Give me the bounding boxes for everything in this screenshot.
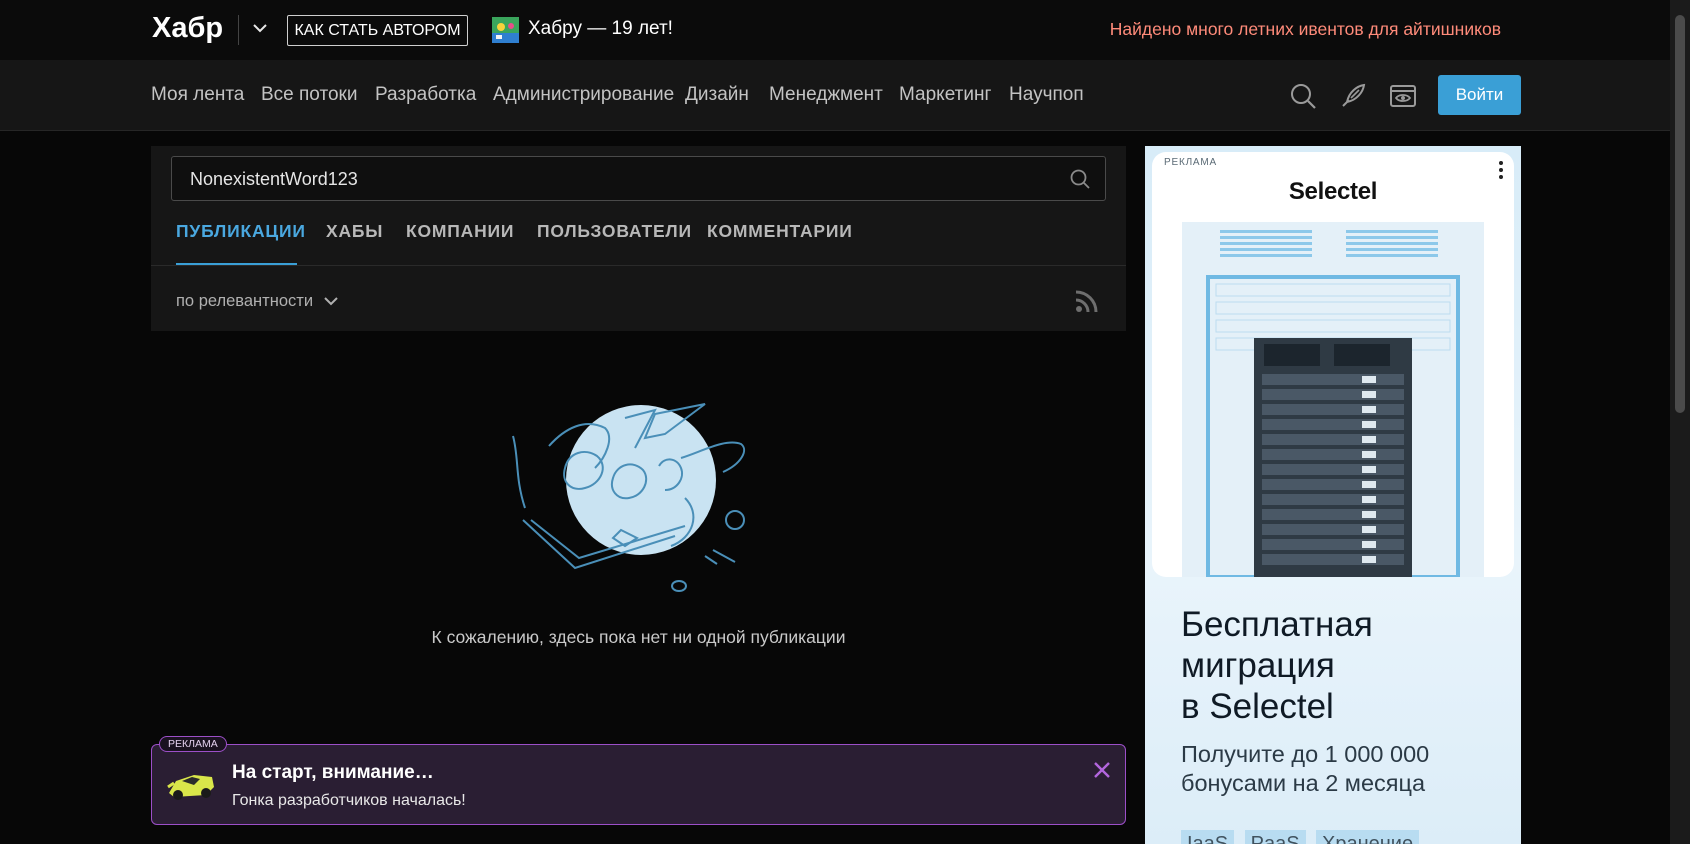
race-car-icon	[167, 775, 214, 800]
sort-dropdown[interactable]: по релевантности	[176, 292, 313, 311]
empty-state-illustration	[512, 403, 746, 592]
ad-headline-line: миграция	[1181, 646, 1335, 685]
search-input[interactable]: NonexistentWord123	[171, 156, 1106, 201]
habr-logo[interactable]: Хабр	[152, 12, 223, 45]
ad-subtitle-line: Получите до 1 000 000	[1181, 741, 1430, 767]
close-icon[interactable]	[1093, 761, 1111, 779]
nav-item-management[interactable]: Менеджмент	[769, 84, 883, 106]
ad-headline: Бесплатная миграция в Selectel	[1181, 604, 1373, 727]
search-tabs: ПУБЛИКАЦИИ ХАБЫ КОМПАНИИ ПОЛЬЗОВАТЕЛИ КО…	[151, 201, 1126, 266]
tab-hubs[interactable]: ХАБЫ	[326, 221, 383, 242]
tab-comments[interactable]: КОММЕНТАРИИ	[707, 221, 853, 242]
write-icon[interactable]	[1339, 82, 1367, 110]
ad-subtitle-line: бонусами на 2 месяца	[1181, 770, 1426, 796]
more-options-icon[interactable]	[1498, 160, 1504, 180]
ad-subtitle: Получите до 1 000 000 бонусами на 2 меся…	[1181, 740, 1429, 798]
ad-card[interactable]: РЕКЛАМА Selectel	[1152, 152, 1514, 577]
reading-mode-icon[interactable]	[1389, 82, 1417, 110]
ad-chip: Хранение	[1316, 830, 1420, 844]
anniversary-icon[interactable]	[492, 17, 519, 43]
login-button[interactable]: Войти	[1438, 75, 1521, 115]
nav-item-all-streams[interactable]: Все потоки	[261, 84, 357, 106]
ad-chips: IaaS PaaS Хранение	[1181, 830, 1425, 844]
nav-item-development[interactable]: Разработка	[375, 84, 476, 106]
promo-subtitle: Гонка разработчиков началась!	[232, 792, 466, 809]
active-tab-indicator	[176, 263, 297, 265]
empty-state-message: К сожалению, здесь пока нет ни одной пуб…	[431, 627, 846, 647]
nav-item-popsci[interactable]: Научпоп	[1009, 84, 1084, 106]
ad-chip: IaaS	[1181, 830, 1235, 844]
ad-brand-logo: Selectel	[1288, 178, 1378, 205]
promo-title: На старт, внимание…	[232, 762, 434, 783]
ad-headline-line: Бесплатная	[1181, 605, 1373, 644]
search-icon[interactable]	[1289, 82, 1317, 110]
tab-companies[interactable]: КОМПАНИИ	[406, 221, 514, 242]
tab-publications[interactable]: ПУБЛИКАЦИИ	[176, 221, 306, 242]
tab-users[interactable]: ПОЛЬЗОВАТЕЛИ	[537, 221, 692, 242]
nav-item-design[interactable]: Дизайн	[685, 84, 749, 106]
promo-banner[interactable]: РЕКЛАМА На старт, внимание… Гонка разраб…	[151, 736, 1126, 825]
nav-bar: Моя лента Все потоки Разработка Админист…	[0, 60, 1670, 131]
search-panel: NonexistentWord123 ПУБЛИКАЦИИ ХАБЫ КОМПА…	[151, 146, 1126, 331]
scrollbar-thumb[interactable]	[1675, 15, 1685, 413]
side-advertisement[interactable]: РЕКЛАМА Selectel Бесплатная миграция в S…	[1145, 146, 1521, 844]
nav-item-marketing[interactable]: Маркетинг	[899, 84, 991, 106]
chevron-down-icon[interactable]	[321, 291, 341, 311]
nav-item-administration[interactable]: Администрирование	[493, 84, 674, 106]
search-input-value[interactable]: NonexistentWord123	[190, 169, 358, 190]
chevron-down-icon[interactable]	[250, 18, 270, 38]
ad-badge: РЕКЛАМА	[159, 736, 227, 752]
nav-item-my-feed[interactable]: Моя лента	[151, 84, 244, 106]
promo-link[interactable]: Найдено много летних ивентов для айтишни…	[1110, 19, 1501, 40]
become-author-button[interactable]: КАК СТАТЬ АВТОРОМ	[287, 15, 468, 46]
ad-headline-line: в Selectel	[1181, 687, 1334, 726]
anniversary-link[interactable]: Хабру — 19 лет!	[528, 18, 673, 40]
ad-badge: РЕКЛАМА	[1160, 157, 1221, 168]
ad-chip: PaaS	[1244, 830, 1306, 844]
logo-divider	[238, 15, 239, 45]
search-submit-icon[interactable]	[1069, 168, 1091, 190]
server-rack-image	[1182, 222, 1484, 577]
rss-icon[interactable]	[1075, 290, 1098, 313]
top-bar: Хабр КАК СТАТЬ АВТОРОМ Хабру — 19 лет! Н…	[0, 0, 1670, 60]
page-scrollbar[interactable]	[1670, 0, 1690, 844]
